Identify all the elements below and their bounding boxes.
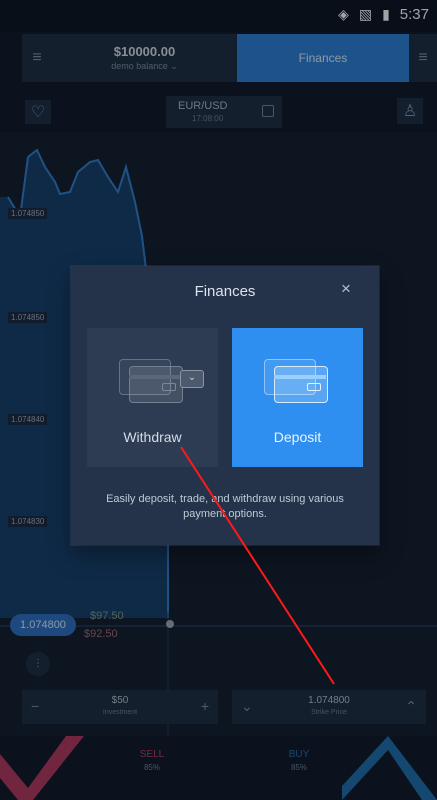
credit-card-icon: ⌄ bbox=[119, 359, 204, 407]
withdraw-button[interactable]: ⌄ Withdraw bbox=[87, 328, 218, 467]
withdraw-label: Withdraw bbox=[123, 429, 182, 445]
finances-modal: Finances × ⌄ Withdraw Deposit Easily dep… bbox=[71, 266, 379, 545]
deposit-label: Deposit bbox=[273, 429, 322, 445]
withdraw-arrow-icon: ⌄ bbox=[180, 370, 204, 388]
credit-card-icon bbox=[264, 359, 332, 407]
app-screen: ◈ ▧ ▮ 5:37 ≡ $10000.00 demo balance ⌄ Fi… bbox=[0, 0, 437, 800]
deposit-button[interactable]: Deposit bbox=[232, 328, 363, 467]
close-icon[interactable]: × bbox=[338, 280, 354, 297]
modal-description: Easily deposit, trade, and withdraw usin… bbox=[106, 493, 344, 520]
modal-title: Finances bbox=[194, 283, 256, 300]
